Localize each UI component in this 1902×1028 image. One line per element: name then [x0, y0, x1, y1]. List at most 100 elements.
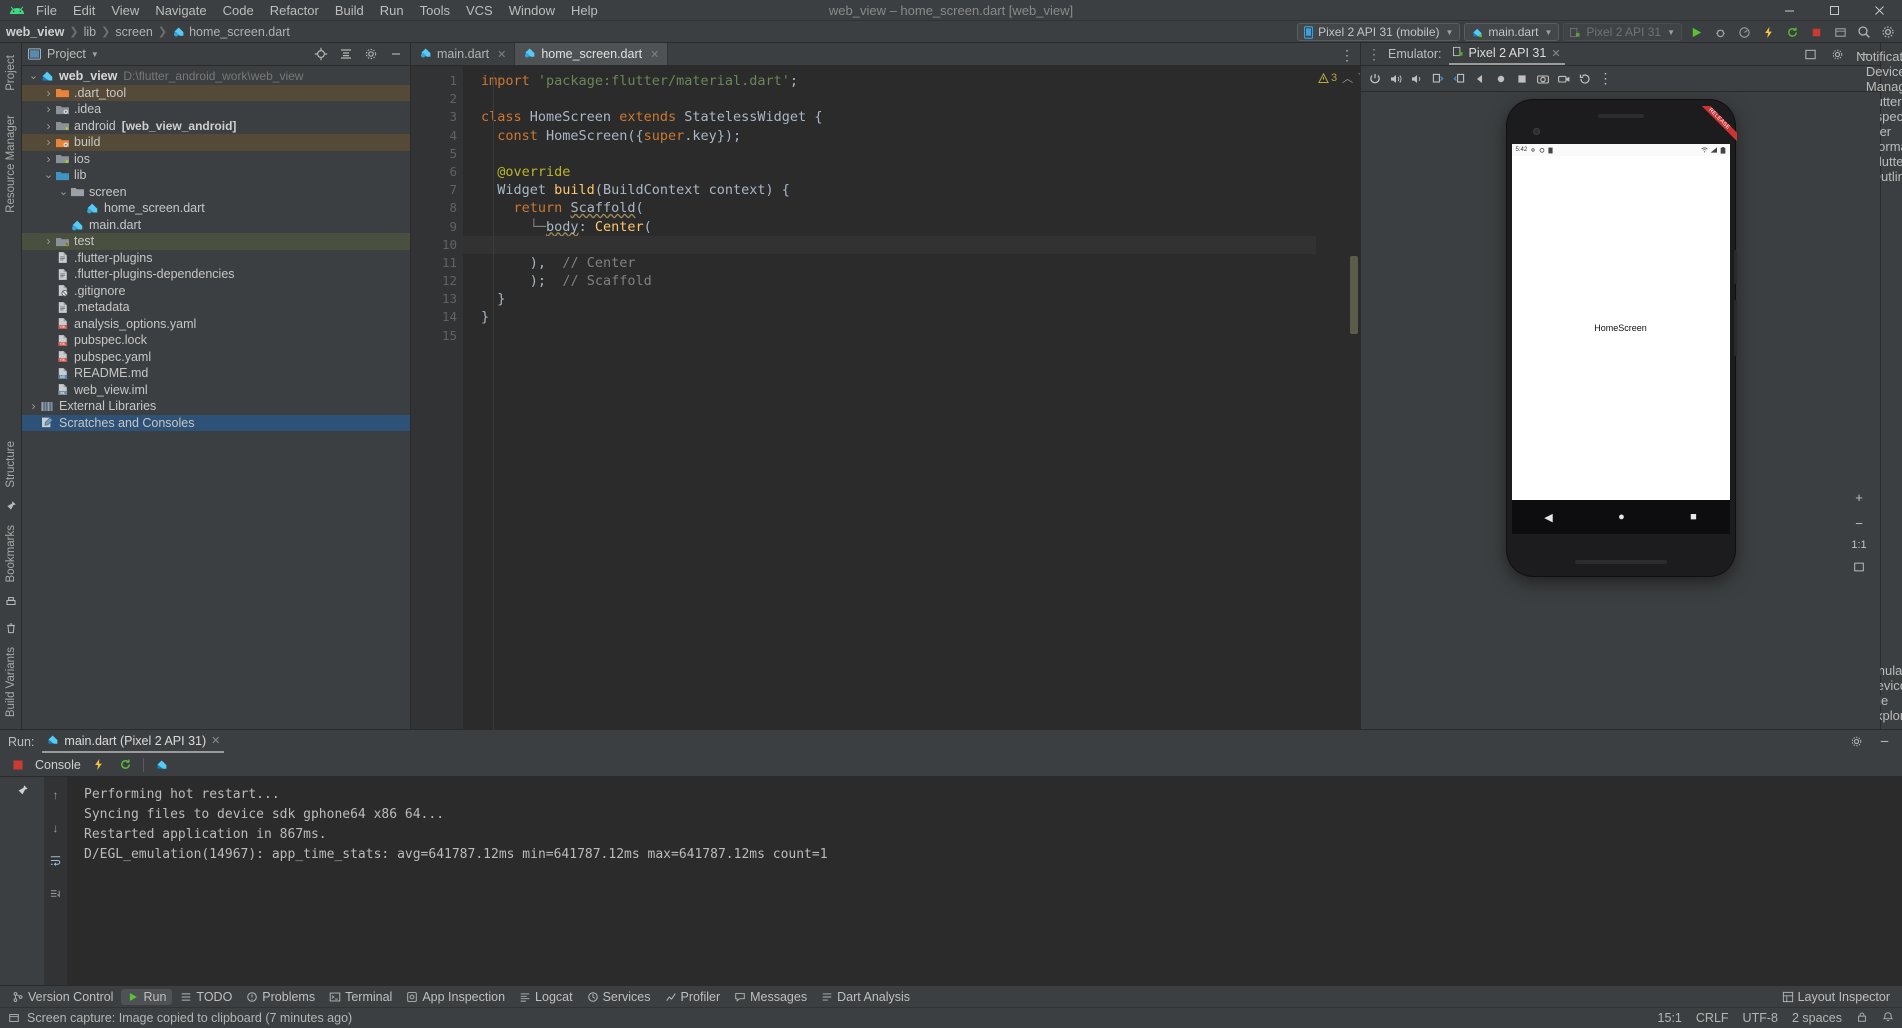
menu-code[interactable]: Code [215, 0, 262, 21]
tree-node[interactable]: YML analysis_options.yaml [22, 316, 410, 333]
tool-button-run[interactable]: Run [121, 988, 173, 1005]
line-number[interactable]: 1 [411, 72, 463, 90]
history-icon[interactable] [1575, 69, 1594, 88]
back-icon[interactable] [1470, 69, 1489, 88]
stop-icon[interactable] [8, 755, 27, 774]
run-button[interactable] [1686, 22, 1706, 42]
line-number[interactable]: 12 [411, 272, 463, 290]
rail-item-device-manager[interactable]: Device Manager [1866, 64, 1902, 94]
menu-window[interactable]: Window [501, 0, 563, 21]
code-editor[interactable]: 1 2 3 4 5 6 7 8 9 10 11 12 13 14 15 import 'package:fl… [411, 66, 1360, 729]
tool-button-problems[interactable]: Problems [240, 989, 321, 1005]
home-icon[interactable] [1491, 69, 1510, 88]
video-icon[interactable] [1554, 69, 1573, 88]
camera-icon[interactable] [1533, 69, 1552, 88]
zoom-out-button[interactable]: − [1849, 513, 1869, 533]
caret-position[interactable]: 15:1 [1658, 1011, 1682, 1025]
tree-node[interactable]: ⌄ web_view D:\flutter_android_work\web_vie… [22, 68, 410, 85]
tool-button-app-inspection[interactable]: App Inspection [400, 989, 511, 1005]
hide-panel-icon[interactable] [1874, 732, 1894, 752]
line-number[interactable]: 10 [411, 236, 463, 254]
overview-icon[interactable] [1512, 69, 1531, 88]
line-number[interactable]: 14 [411, 308, 463, 326]
file-encoding[interactable]: UTF-8 [1743, 1011, 1778, 1025]
tree-node[interactable]: main.dart [22, 217, 410, 234]
hot-restart-icon[interactable] [116, 755, 135, 774]
rail-item-resource-manager[interactable]: Resource Manager [5, 109, 17, 219]
project-tree[interactable]: ⌄ web_view D:\flutter_android_work\web_vie… [22, 66, 410, 729]
collapse-all-icon[interactable] [336, 44, 356, 64]
android-home-button[interactable]: ● [1618, 511, 1625, 523]
tree-node[interactable]: home_screen.dart [22, 200, 410, 217]
line-separator[interactable]: CRLF [1696, 1011, 1729, 1025]
rail-item-project[interactable]: Project [5, 49, 17, 97]
chevron-down-icon[interactable]: ⌄ [58, 184, 69, 200]
maximize-panel-icon[interactable] [1800, 44, 1820, 64]
menu-refactor[interactable]: Refactor [262, 0, 327, 21]
chevron-right-icon[interactable]: › [43, 134, 54, 150]
status-icon[interactable] [8, 1012, 20, 1024]
tree-node[interactable]: › build [22, 134, 410, 151]
menu-file[interactable]: File [28, 0, 65, 21]
tool-button-services[interactable]: Services [581, 989, 657, 1005]
tool-button-profiler[interactable]: Profiler [659, 989, 727, 1005]
tree-node[interactable]: ⌄ lib [22, 167, 410, 184]
actual-size-button[interactable]: 1:1 [1851, 539, 1866, 551]
tool-button-version-control[interactable]: Version Control [6, 989, 119, 1005]
tool-button-todo[interactable]: TODO [174, 989, 238, 1005]
device-selector-chip-2[interactable]: Pixel 2 API 31 ▼ [1563, 23, 1682, 41]
close-icon[interactable]: ✕ [650, 48, 659, 61]
scroll-up-icon[interactable]: ↑ [46, 785, 65, 804]
breadcrumb-lib[interactable]: lib [84, 25, 97, 39]
menu-build[interactable]: Build [327, 0, 372, 21]
tree-node[interactable]: › android [web_view_android] [22, 118, 410, 135]
search-icon[interactable] [1854, 22, 1874, 42]
code-content[interactable]: import 'package:flutter/material.dart'; c… [463, 66, 1316, 729]
tool-button-logcat[interactable]: Logcat [513, 989, 579, 1005]
tool-button-messages[interactable]: Messages [728, 989, 813, 1005]
run-config-chip[interactable]: main.dart ▼ [1464, 23, 1560, 41]
chevron-down-icon[interactable]: ⌄ [43, 167, 54, 183]
device-screen[interactable]: 5:42 HomeScreen [1511, 144, 1730, 500]
soft-wrap-icon[interactable] [46, 851, 65, 870]
rail-item-bookmarks[interactable]: Bookmarks [5, 519, 17, 589]
tree-node[interactable]: YML pubspec.yaml [22, 349, 410, 366]
rail-item-build-variants[interactable]: Build Variants [5, 641, 17, 723]
indent-setting[interactable]: 2 spaces [1792, 1011, 1842, 1025]
menu-run[interactable]: Run [372, 0, 412, 21]
warning-count-indicator[interactable]: 3 ︿ ﹀ [1318, 70, 1360, 86]
tree-node[interactable]: Scratches and Consoles [22, 414, 410, 431]
rotate-left-icon[interactable] [1428, 69, 1447, 88]
tree-node[interactable]: › .dart_tool [22, 84, 410, 101]
console-output[interactable]: Performing hot restart... Syncing files t… [68, 777, 1902, 985]
tree-node[interactable]: YML pubspec.lock [22, 332, 410, 349]
pin-icon[interactable] [3, 498, 19, 514]
volume-down-icon[interactable] [1407, 69, 1426, 88]
menu-tools[interactable]: Tools [412, 0, 458, 21]
more-options-icon[interactable]: ⋮ [1367, 46, 1381, 63]
line-number[interactable]: 4 [411, 127, 463, 145]
line-number[interactable]: 9 [411, 218, 463, 236]
tree-node[interactable]: IML web_view.iml [22, 382, 410, 399]
print-icon[interactable] [46, 884, 65, 903]
console-tab-label[interactable]: Console [35, 758, 81, 772]
tool-button-terminal[interactable]: Terminal [323, 989, 398, 1005]
chevron-right-icon[interactable]: › [43, 151, 54, 167]
debug-button[interactable] [1710, 22, 1730, 42]
menu-vcs[interactable]: VCS [458, 0, 501, 21]
gear-icon[interactable] [1878, 22, 1898, 42]
line-number[interactable]: 2 [411, 90, 463, 108]
chevron-down-icon[interactable]: ⌄ [28, 68, 39, 84]
run-tab[interactable]: main.dart (Pixel 2 API 31) ✕ [42, 731, 225, 753]
chevron-down-icon[interactable]: ▼ [91, 50, 99, 59]
editor-tab-home-screen-dart[interactable]: home_screen.dart ✕ [515, 43, 669, 65]
hot-restart-button[interactable] [1782, 22, 1802, 42]
line-number-gutter[interactable]: 1 2 3 4 5 6 7 8 9 10 11 12 13 14 15 [411, 66, 463, 729]
tree-node[interactable]: › test [22, 233, 410, 250]
more-options-icon[interactable]: ⋮ [1596, 69, 1615, 88]
pin-icon[interactable] [13, 781, 32, 800]
gear-icon[interactable] [1827, 44, 1847, 64]
more-options-icon[interactable]: ⋮ [1337, 45, 1357, 65]
editor-scrollbar[interactable] [1350, 256, 1358, 334]
menu-help[interactable]: Help [563, 0, 606, 21]
